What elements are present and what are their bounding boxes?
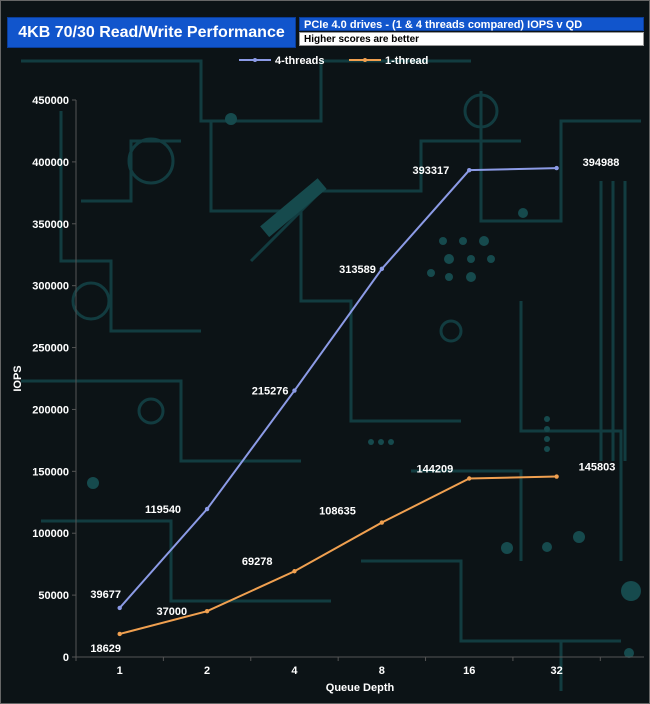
- x-axis-title: Queue Depth: [326, 682, 395, 694]
- data-label: 18629: [90, 643, 121, 655]
- data-point: [467, 167, 472, 173]
- y-tick-label: 300000: [32, 281, 69, 293]
- legend-marker-1-thread: [363, 58, 367, 62]
- data-label: 108635: [319, 506, 356, 518]
- data-point: [554, 474, 559, 479]
- data-point: [292, 569, 297, 574]
- legend: 4-threads 1-thread: [239, 55, 428, 67]
- data-point: [292, 388, 297, 393]
- y-tick-label: 450000: [32, 95, 69, 107]
- data-point: [467, 476, 472, 481]
- data-point: [204, 609, 210, 614]
- plot-area: 39677 119540 215276 313589 393317 394988 18629…: [90, 157, 619, 655]
- legend-marker-4-threads: [253, 58, 257, 62]
- x-tick-label: 8: [379, 665, 385, 677]
- y-tick-label: 0: [63, 652, 69, 664]
- data-point: [117, 605, 122, 611]
- legend-label-4-threads: 4-threads: [275, 55, 325, 67]
- series-line-4-threads: [118, 167, 557, 609]
- data-label: 37000: [156, 606, 187, 618]
- data-point: [117, 631, 122, 637]
- data-point: [379, 520, 385, 525]
- data-label: 39677: [90, 589, 121, 601]
- data-label: 119540: [145, 504, 181, 516]
- data-point: [379, 266, 385, 272]
- data-label: 69278: [242, 556, 273, 568]
- x-tick-label: 16: [463, 665, 475, 677]
- line-chart: 4-threads 1-thread 0 50000 100000 150000 200…: [12, 55, 644, 694]
- chart-frame: 4KB 70/30 Read/Write Performance PCIe 4.…: [0, 0, 650, 704]
- data-point: [554, 165, 559, 171]
- x-tick-label: 32: [550, 665, 562, 677]
- data-label: 313589: [339, 264, 376, 276]
- y-tick-label: 100000: [32, 528, 69, 540]
- data-label: 144209: [417, 464, 454, 476]
- data-label: 394988: [583, 157, 620, 169]
- y-tick-label: 250000: [32, 343, 69, 355]
- y-tick-label: 50000: [38, 590, 69, 602]
- data-point: [204, 506, 210, 512]
- data-label: 145803: [579, 462, 616, 474]
- data-label: 215276: [252, 386, 289, 398]
- x-tick-label: 1: [117, 665, 123, 677]
- y-tick-label: 350000: [32, 219, 69, 231]
- x-tick-label: 4: [291, 665, 298, 677]
- x-tick-labels: 1 2 4 8 16 32: [75, 657, 601, 677]
- data-label: 393317: [413, 165, 450, 177]
- y-tick-label: 150000: [32, 466, 69, 478]
- y-axis-title: IOPS: [12, 365, 24, 391]
- y-tick-label: 400000: [32, 157, 69, 169]
- y-tick-labels: 0 50000 100000 150000 200000 250000 300000 3500…: [32, 95, 76, 664]
- legend-label-1-thread: 1-thread: [385, 55, 428, 67]
- y-tick-label: 200000: [32, 404, 69, 416]
- x-tick-label: 2: [204, 665, 210, 677]
